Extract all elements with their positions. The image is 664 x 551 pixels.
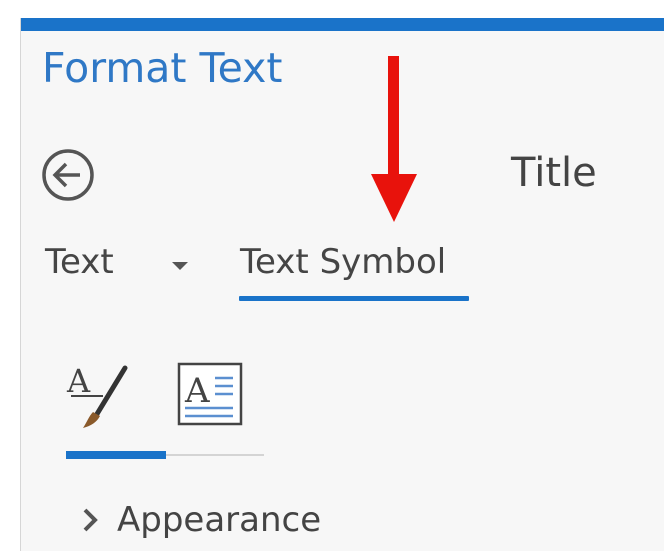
svg-text:A: A bbox=[184, 371, 210, 411]
format-text-pane: Format Text Title Text Text Symbol A A A… bbox=[20, 18, 664, 551]
selected-element-name: Title bbox=[511, 150, 597, 196]
text-fill-outline-icon: A bbox=[66, 362, 128, 428]
section-label-appearance: Appearance bbox=[117, 500, 322, 540]
selected-tab-indicator bbox=[239, 296, 469, 301]
tab-text-symbol[interactable]: Text Symbol bbox=[240, 240, 446, 284]
tab-text[interactable]: Text bbox=[45, 240, 114, 284]
section-appearance[interactable]: Appearance bbox=[77, 496, 321, 544]
chevron-down-icon[interactable] bbox=[172, 262, 188, 270]
pane-title: Format Text bbox=[42, 44, 283, 92]
chevron-right-icon bbox=[83, 508, 98, 532]
svg-text:A: A bbox=[66, 362, 91, 400]
red-down-arrow-icon bbox=[371, 56, 417, 222]
back-circle-arrow-icon bbox=[42, 149, 94, 201]
pane-accent-bar bbox=[21, 18, 664, 31]
text-box-icon: A bbox=[177, 362, 243, 426]
text-fill-outline-tab[interactable]: A bbox=[63, 358, 131, 430]
text-options-tab[interactable]: A bbox=[177, 358, 245, 430]
back-button[interactable] bbox=[41, 148, 95, 202]
selected-subtab-indicator bbox=[66, 451, 166, 459]
